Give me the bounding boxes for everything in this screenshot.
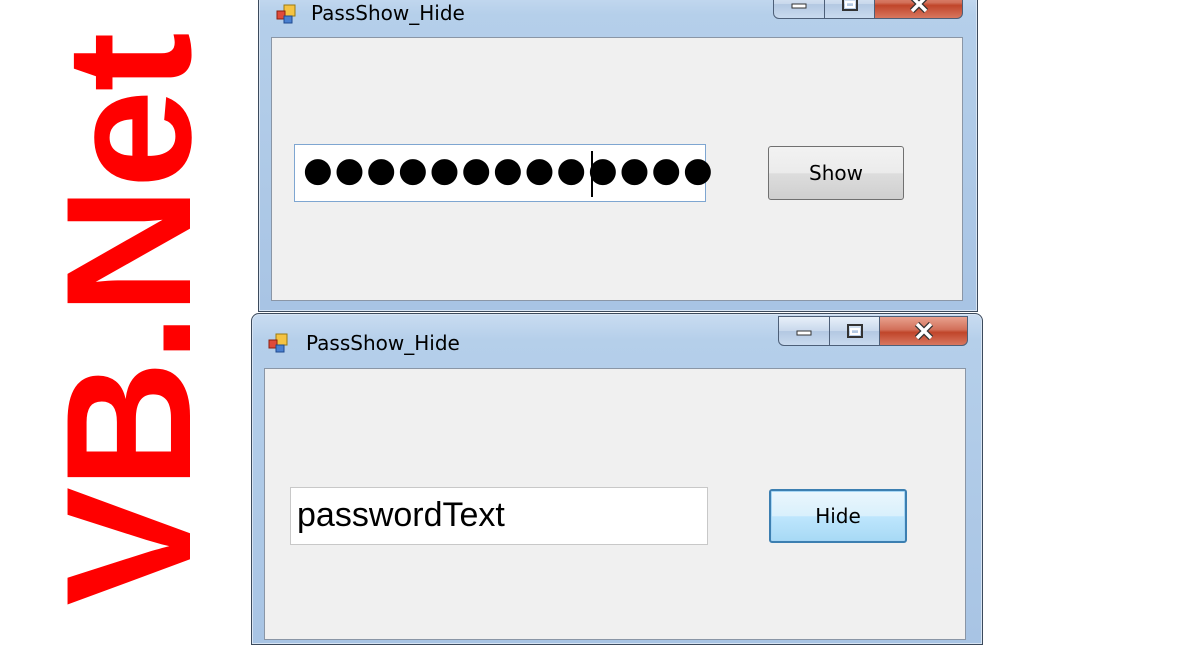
banner-text: VB.Net: [29, 34, 228, 606]
minimize-button[interactable]: [773, 0, 825, 19]
app-window-icon: [268, 333, 288, 353]
close-button[interactable]: [875, 0, 963, 19]
title-bar[interactable]: PassShow_Hide: [259, 0, 977, 33]
masked-password-text: ●●●●●●●●●●●●●: [303, 150, 715, 190]
app-window-icon: [276, 4, 296, 24]
form-client-area: passwordText Hide: [264, 368, 966, 640]
minimize-icon: [796, 330, 812, 336]
maximize-icon: [841, 0, 858, 11]
close-icon: [914, 322, 933, 340]
close-button[interactable]: [880, 316, 968, 346]
password-input[interactable]: passwordText: [290, 487, 708, 545]
window-password-hidden: PassShow_Hide ●●●●●●●●●●●●● Show: [258, 0, 978, 312]
text-caret: [591, 151, 593, 197]
password-input[interactable]: ●●●●●●●●●●●●●: [294, 144, 713, 202]
form-client-area: ●●●●●●●●●●●●● Show: [271, 37, 963, 301]
window-title: PassShow_Hide: [311, 1, 465, 25]
show-button[interactable]: Show: [768, 146, 904, 200]
maximize-button[interactable]: [830, 316, 880, 346]
caption-buttons: [773, 0, 963, 19]
window-title: PassShow_Hide: [306, 331, 460, 355]
minimize-icon: [791, 3, 807, 9]
hide-button[interactable]: Hide: [769, 489, 907, 543]
maximize-icon: [846, 324, 863, 338]
minimize-button[interactable]: [778, 316, 830, 346]
title-bar[interactable]: PassShow_Hide: [252, 314, 982, 358]
vb-net-banner: VB.Net: [0, 0, 240, 630]
maximize-button[interactable]: [825, 0, 875, 19]
window-password-shown: PassShow_Hide passwordText Hide: [251, 313, 983, 645]
close-icon: [909, 0, 928, 13]
caption-buttons: [778, 316, 968, 346]
plain-password-text: passwordText: [297, 496, 505, 534]
